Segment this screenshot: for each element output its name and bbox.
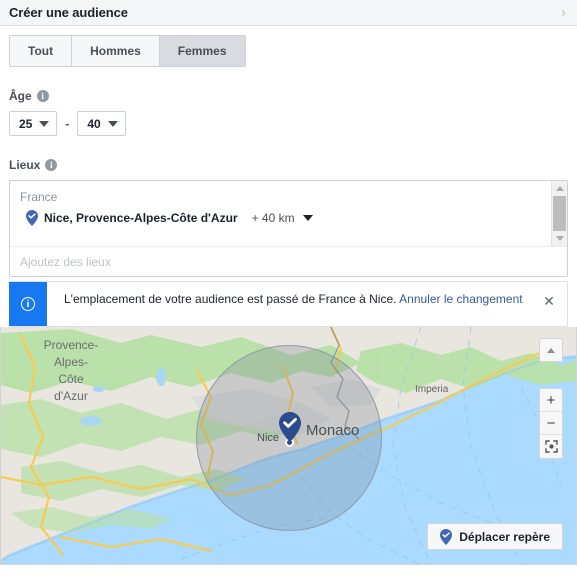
move-pin-button[interactable]: Déplacer repère (427, 523, 563, 550)
undo-change-link[interactable]: Annuler le changement (399, 292, 522, 306)
scrollbar-thumb[interactable] (553, 196, 566, 231)
chevron-down-icon (302, 215, 313, 221)
locations-scrollbar[interactable] (551, 181, 567, 246)
info-icon[interactable]: i (36, 90, 49, 102)
locations-box: France Nice, Provence-Alpes-Côte d'Azur … (9, 180, 568, 277)
notice-message: L'emplacement de votre audience est pass… (64, 292, 397, 306)
location-change-notice: i L'emplacement de votre audience est pa… (9, 281, 568, 327)
age-label: Âge (9, 89, 32, 103)
tab-tout[interactable]: Tout (10, 36, 73, 66)
age-max-select[interactable]: 40 (77, 111, 126, 136)
chevron-right-icon[interactable]: › (561, 5, 567, 20)
locations-country-group: France (20, 190, 58, 204)
age-min-select[interactable]: 25 (9, 111, 58, 136)
age-range-row: 25 - 40 (9, 111, 568, 136)
location-pin-check-icon (26, 210, 38, 226)
recenter-icon (544, 440, 558, 453)
locations-label-row: Lieux i (9, 158, 568, 172)
info-circle-icon: i (21, 297, 35, 311)
chevron-down-icon (555, 236, 564, 241)
page-title: Créer une audience (9, 5, 128, 20)
move-pin-label: Déplacer repère (459, 529, 550, 544)
map-zoom-controls: + − (539, 388, 563, 459)
map-pan-up-button[interactable] (539, 338, 563, 362)
notice-accent-bar: i (9, 282, 47, 326)
map-recenter-button[interactable] (540, 435, 562, 458)
notice-text: L'emplacement de votre audience est pass… (47, 282, 531, 326)
age-label-row: Âge i (9, 89, 568, 103)
map-zoom-out-button[interactable]: − (540, 412, 562, 435)
age-max-value: 40 (87, 116, 101, 131)
add-locations-input[interactable] (10, 246, 567, 276)
tab-femmes[interactable]: Femmes (159, 36, 245, 66)
age-range-separator: - (65, 116, 70, 131)
age-min-value: 25 (19, 116, 33, 131)
gender-tab-group: Tout Hommes Femmes (9, 35, 246, 67)
location-list-item: Nice, Provence-Alpes-Côte d'Azur + 40 km (20, 210, 543, 226)
chevron-up-icon (547, 347, 555, 353)
location-radius-value: + 40 km (251, 211, 295, 225)
location-radius-select[interactable]: + 40 km (252, 211, 313, 225)
scroll-down-button[interactable] (552, 231, 567, 246)
locations-label: Lieux (9, 158, 41, 172)
close-icon[interactable]: ✕ (531, 282, 567, 326)
map-pin-check-icon[interactable] (279, 412, 301, 442)
tab-hommes[interactable]: Hommes (72, 36, 160, 66)
scrollbar-track[interactable] (552, 196, 567, 231)
panel-body: Tout Hommes Femmes Âge i 25 - 40 Lieux i… (0, 26, 577, 327)
chevron-down-icon (107, 120, 118, 127)
info-icon[interactable]: i (45, 159, 58, 171)
location-pin-check-icon (440, 528, 453, 545)
map-zoom-in-button[interactable]: + (540, 389, 562, 412)
chevron-up-icon (555, 186, 564, 191)
panel-header: Créer une audience › (0, 0, 577, 26)
chevron-down-icon (39, 120, 50, 127)
locations-list: France Nice, Provence-Alpes-Côte d'Azur … (10, 181, 567, 246)
location-name: Nice, Provence-Alpes-Côte d'Azur (44, 211, 238, 225)
location-map[interactable]: Provence- Alpes- Côte d'Azur Nice Monaco… (0, 327, 577, 565)
scroll-up-button[interactable] (552, 181, 567, 196)
